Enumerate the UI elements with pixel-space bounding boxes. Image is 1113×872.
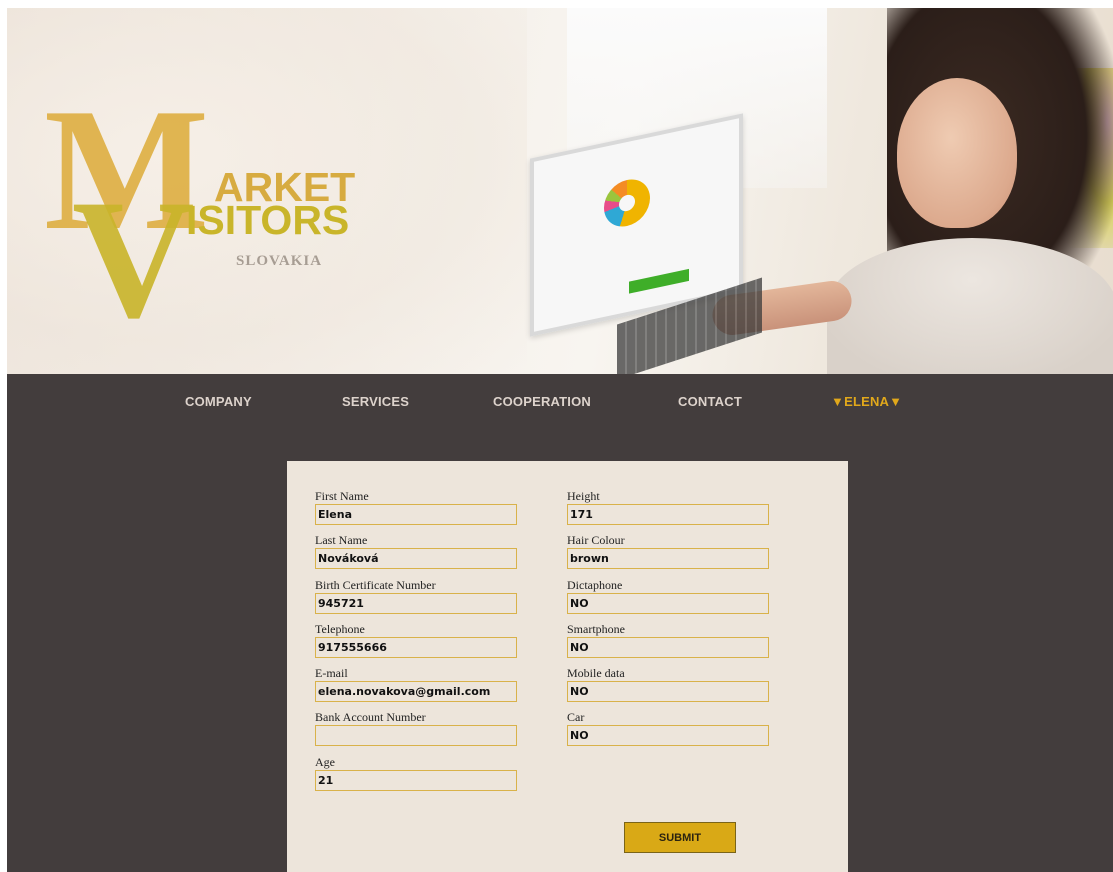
email-label: E-mail <box>315 666 348 680</box>
profile-form: First Name Last Name Birth Certificate N… <box>287 461 848 872</box>
bank-account-label: Bank Account Number <box>315 710 426 724</box>
field-mobile-data: Mobile data <box>567 666 769 702</box>
mobile-data-label: Mobile data <box>567 666 625 680</box>
field-birth-certificate: Birth Certificate Number <box>315 578 517 614</box>
hero-person-face <box>897 78 1017 228</box>
last-name-label: Last Name <box>315 533 368 547</box>
main-content: COMPANY SERVICES COOPERATION CONTACT ▼EL… <box>7 374 1113 872</box>
field-bank-account: Bank Account Number <box>315 710 517 746</box>
field-age: Age <box>315 755 517 791</box>
field-last-name: Last Name <box>315 533 517 569</box>
dictaphone-label: Dictaphone <box>567 578 623 592</box>
hero-person-sweater <box>827 238 1113 374</box>
field-dictaphone: Dictaphone <box>567 578 769 614</box>
smartphone-input[interactable] <box>567 637 769 658</box>
birth-certificate-label: Birth Certificate Number <box>315 578 436 592</box>
field-first-name: First Name <box>315 489 517 525</box>
smartphone-label: Smartphone <box>567 622 625 636</box>
hair-colour-input[interactable] <box>567 548 769 569</box>
first-name-input[interactable] <box>315 504 517 525</box>
field-height: Height <box>567 489 769 525</box>
telephone-label: Telephone <box>315 622 365 636</box>
age-input[interactable] <box>315 770 517 791</box>
nav-contact[interactable]: CONTACT <box>678 394 742 409</box>
height-label: Height <box>567 489 600 503</box>
telephone-input[interactable] <box>315 637 517 658</box>
hero-laptop <box>512 113 762 374</box>
laptop-progress-bar <box>629 268 689 294</box>
nav-cooperation[interactable]: COOPERATION <box>493 394 591 409</box>
birth-certificate-input[interactable] <box>315 593 517 614</box>
submit-button[interactable]: SUBMIT <box>624 822 736 853</box>
car-input[interactable] <box>567 725 769 746</box>
main-nav: COMPANY SERVICES COOPERATION CONTACT ▼EL… <box>7 394 1113 424</box>
height-input[interactable] <box>567 504 769 525</box>
hair-colour-label: Hair Colour <box>567 533 625 547</box>
dictaphone-input[interactable] <box>567 593 769 614</box>
page: M V ARKET ISITORS SLOVAKIA COMPANY SERVI… <box>7 8 1113 872</box>
logo-country: SLOVAKIA <box>236 253 322 269</box>
laptop-pie-chart <box>604 175 650 231</box>
market-visitors-logo[interactable]: M V ARKET ISITORS SLOVAKIA <box>44 88 444 338</box>
field-telephone: Telephone <box>315 622 517 658</box>
hero-banner: M V ARKET ISITORS SLOVAKIA <box>7 8 1113 374</box>
field-smartphone: Smartphone <box>567 622 769 658</box>
mobile-data-input[interactable] <box>567 681 769 702</box>
nav-user-elena[interactable]: ▼ELENA▼ <box>831 394 902 409</box>
logo-word-isitors: ISITORS <box>186 197 349 243</box>
field-email: E-mail <box>315 666 517 702</box>
bank-account-input[interactable] <box>315 725 517 746</box>
nav-services[interactable]: SERVICES <box>342 394 409 409</box>
field-hair-colour: Hair Colour <box>567 533 769 569</box>
email-input[interactable] <box>315 681 517 702</box>
nav-company[interactable]: COMPANY <box>185 394 252 409</box>
age-label: Age <box>315 755 335 769</box>
logo-letter-v: V <box>72 165 195 338</box>
last-name-input[interactable] <box>315 548 517 569</box>
car-label: Car <box>567 710 585 724</box>
first-name-label: First Name <box>315 489 369 503</box>
field-car: Car <box>567 710 769 746</box>
